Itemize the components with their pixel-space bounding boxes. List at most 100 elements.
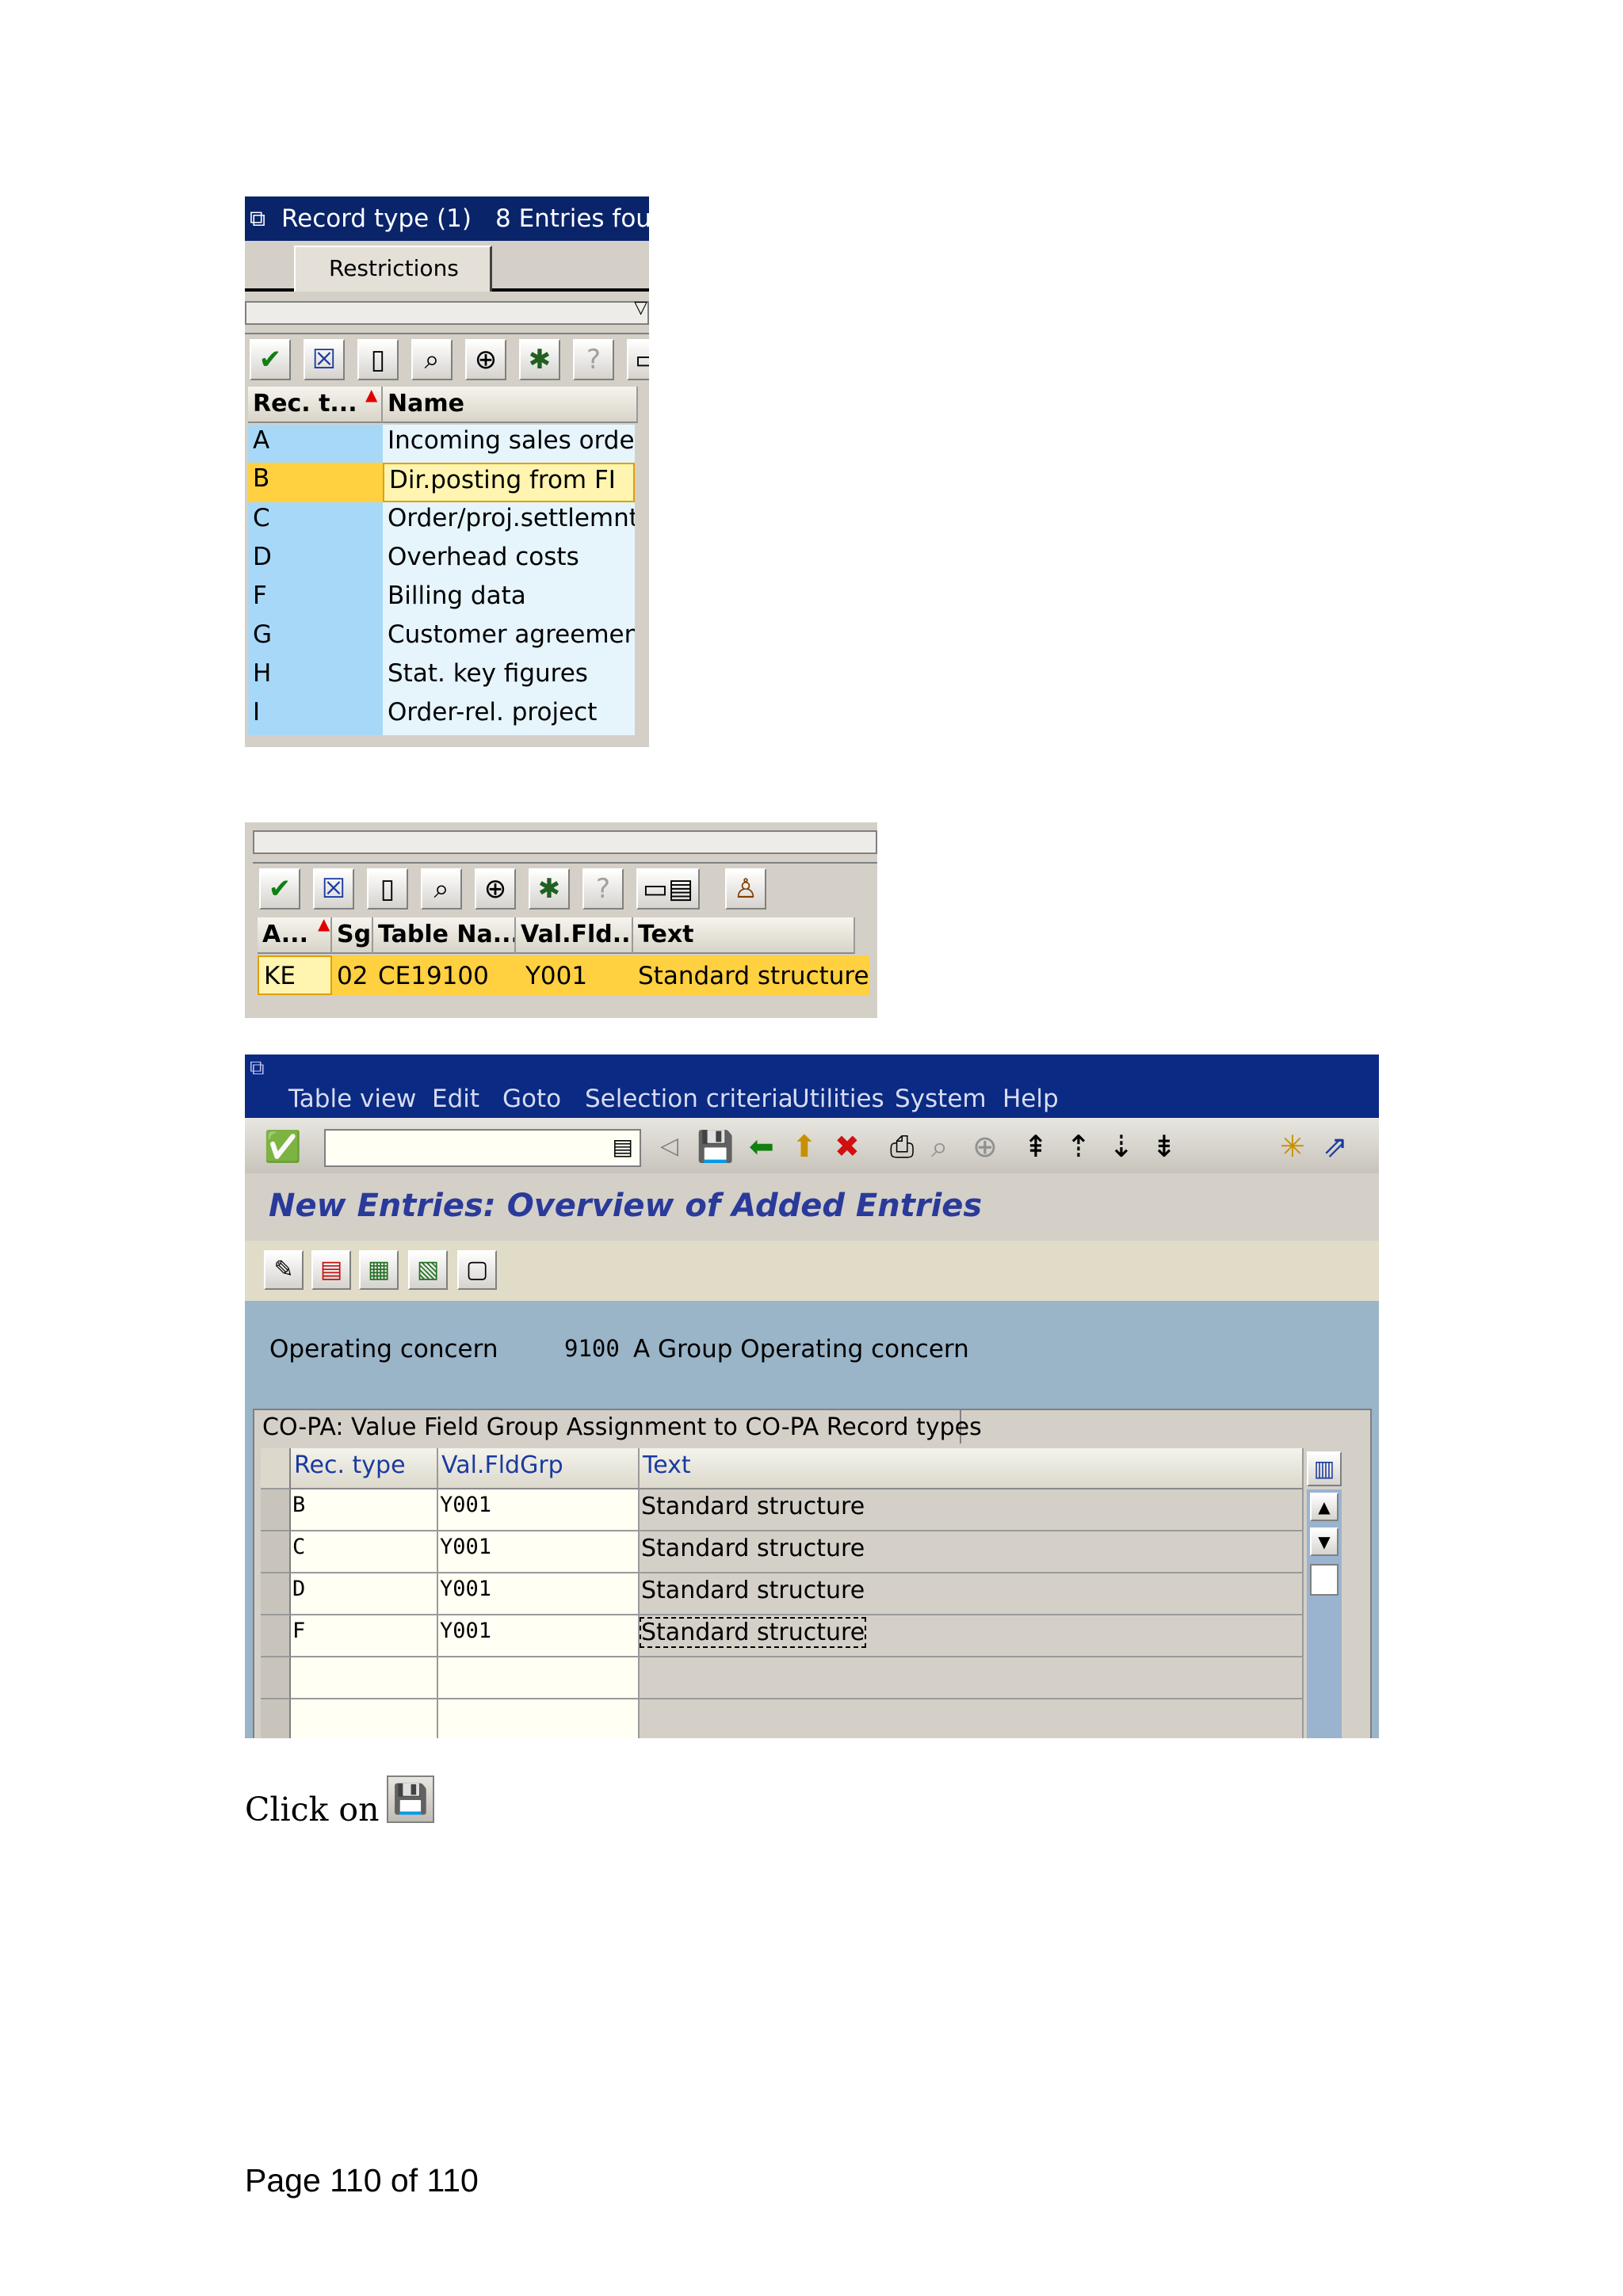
list-item-name[interactable]: Customer agreements <box>383 619 635 658</box>
list-item-name[interactable]: Order-rel. project <box>383 696 635 735</box>
column-header-val-fldgrp[interactable]: Val.FldGrp <box>438 1448 640 1489</box>
deselect-all-icon[interactable]: ▢ <box>457 1250 497 1290</box>
column-header-rec-type[interactable]: Rec. type <box>291 1448 438 1489</box>
menu-goto[interactable]: Goto <box>502 1085 561 1113</box>
cell-val-fld[interactable]: Y001 <box>516 960 633 995</box>
check-icon[interactable]: ✔ <box>259 868 300 910</box>
select-block-icon[interactable]: ▧ <box>408 1250 448 1290</box>
menu-selection-criteria[interactable]: Selection criteria <box>585 1085 793 1113</box>
list-item-key-selected[interactable]: B <box>248 463 383 502</box>
cell-rec-type[interactable]: F <box>291 1615 438 1657</box>
cell-table-name[interactable]: CE19100 <box>373 960 516 995</box>
cell-val-fldgrp[interactable]: Y001 <box>438 1573 640 1615</box>
empty-cell[interactable] <box>291 1657 438 1699</box>
list-item-name[interactable]: Billing data <box>383 580 635 619</box>
scroll-up-icon[interactable]: ▲ <box>1310 1493 1338 1521</box>
column-header-text[interactable]: Text <box>633 917 855 954</box>
empty-cell[interactable] <box>291 1699 438 1738</box>
enter-icon[interactable]: ✅ <box>264 1131 301 1162</box>
new-page-icon[interactable]: ▯ <box>367 868 408 910</box>
restriction-bar[interactable] <box>253 830 877 854</box>
cell-rec-type[interactable]: D <box>291 1573 438 1615</box>
focused-text[interactable]: Standard structure <box>640 1617 867 1648</box>
table-row-selected[interactable]: KE 02 CE19100 Y001 Standard structure <box>258 955 869 995</box>
previous-page-icon[interactable]: ⇡ <box>1066 1131 1091 1162</box>
choose-icon[interactable]: ✱ <box>529 868 570 910</box>
column-header-table-name[interactable]: Table Na... <box>373 917 516 954</box>
last-page-icon[interactable]: ⇟ <box>1151 1131 1177 1162</box>
find-next-icon[interactable]: ⊕ <box>475 868 516 910</box>
column-header-rec-type[interactable]: Rec. t... <box>248 387 383 423</box>
menu-help[interactable]: Help <box>1002 1085 1059 1113</box>
cell-rec-type[interactable]: C <box>291 1531 438 1573</box>
list-item-name-selected[interactable]: Dir.posting from FI <box>383 463 635 502</box>
menu-system[interactable]: System <box>895 1085 987 1113</box>
command-field[interactable]: ▤ <box>324 1129 641 1167</box>
list-item-key[interactable]: F <box>248 580 383 619</box>
command-history-icon[interactable]: ▤ <box>613 1134 633 1160</box>
list-item-name[interactable]: Overhead costs <box>383 541 635 580</box>
exit-icon[interactable]: ⬆ <box>792 1131 817 1162</box>
cell-sg[interactable]: 02 <box>332 960 373 995</box>
cancel-icon[interactable]: ☒ <box>304 339 345 380</box>
shortcut-icon[interactable]: ⇗ <box>1323 1131 1348 1162</box>
first-page-icon[interactable]: ⇞ <box>1023 1131 1048 1162</box>
select-all-cell[interactable] <box>261 1448 291 1489</box>
vertical-scrollbar[interactable]: ▲ ▼ <box>1307 1489 1342 1738</box>
print-icon[interactable]: ⎙ <box>890 1131 914 1162</box>
menu-utilities[interactable]: Utilities <box>792 1085 884 1113</box>
find-next-icon[interactable]: ⊕ <box>465 339 506 380</box>
help-icon[interactable]: ? <box>573 339 614 380</box>
list-item-key[interactable]: D <box>248 541 383 580</box>
help-icon[interactable]: ? <box>582 868 624 910</box>
list-item-key[interactable]: C <box>248 502 383 541</box>
restriction-bar[interactable]: ▽ <box>245 298 649 325</box>
empty-cell[interactable] <box>438 1699 640 1738</box>
list-item-key[interactable]: G <box>248 619 383 658</box>
row-selector[interactable] <box>261 1615 291 1657</box>
scroll-down-icon[interactable]: ▼ <box>1310 1527 1338 1556</box>
find-icon[interactable]: ⌕ <box>421 868 462 910</box>
scroll-thumb[interactable] <box>1310 1564 1338 1596</box>
create-session-icon[interactable]: ✳ <box>1280 1131 1305 1162</box>
find-icon[interactable]: ⌕ <box>411 339 453 380</box>
save-icon[interactable]: 💾 <box>697 1131 734 1162</box>
cell-text[interactable]: Standard structure <box>633 960 868 995</box>
cell-rec-type[interactable]: B <box>291 1489 438 1531</box>
find-icon[interactable]: ⌕ <box>931 1131 948 1162</box>
next-page-icon[interactable]: ⇣ <box>1109 1131 1134 1162</box>
empty-cell[interactable] <box>438 1657 640 1699</box>
delete-icon[interactable]: ▤ <box>311 1250 351 1290</box>
stamp-icon[interactable]: ♙ <box>725 868 766 910</box>
cell-val-fldgrp[interactable]: Y001 <box>438 1489 640 1531</box>
back-icon[interactable]: ⬅ <box>749 1131 774 1162</box>
find-next-icon[interactable]: ⊕ <box>972 1131 998 1162</box>
row-selector[interactable] <box>261 1489 291 1531</box>
list-item-key[interactable]: H <box>248 658 383 696</box>
list-item-name[interactable]: Order/proj.settlemnt <box>383 502 635 541</box>
column-header-text[interactable]: Text <box>640 1448 1304 1489</box>
check-icon[interactable]: ✔ <box>250 339 291 380</box>
change-display-icon[interactable]: ✎ <box>264 1250 304 1290</box>
collapse-icon[interactable]: ◁ <box>660 1131 678 1162</box>
list-item-name[interactable]: Incoming sales order <box>383 425 635 463</box>
row-selector[interactable] <box>261 1531 291 1573</box>
cancel-icon[interactable]: ✖ <box>834 1131 860 1162</box>
list-item-name[interactable]: Stat. key figures <box>383 658 635 696</box>
choose-icon[interactable]: ✱ <box>519 339 560 380</box>
row-selector[interactable] <box>261 1573 291 1615</box>
menu-table-view[interactable]: Table view <box>288 1085 416 1113</box>
table-settings-icon[interactable]: ▥ <box>1307 1451 1342 1486</box>
column-header-name[interactable]: Name <box>383 387 638 423</box>
column-header-sg[interactable]: Sg <box>332 917 373 954</box>
menu-edit[interactable]: Edit <box>432 1085 479 1113</box>
tab-restrictions[interactable]: Restrictions <box>294 246 492 292</box>
column-header-val-fld[interactable]: Val.Fld... <box>516 917 633 954</box>
cell-area[interactable]: KE <box>258 955 332 995</box>
new-page-icon[interactable]: ▯ <box>357 339 399 380</box>
list-item-key[interactable]: I <box>248 696 383 735</box>
cell-val-fldgrp[interactable]: Y001 <box>438 1615 640 1657</box>
row-selector[interactable] <box>261 1699 291 1738</box>
print-icon[interactable]: ▭ <box>627 339 649 380</box>
select-all-icon[interactable]: ▦ <box>359 1250 399 1290</box>
